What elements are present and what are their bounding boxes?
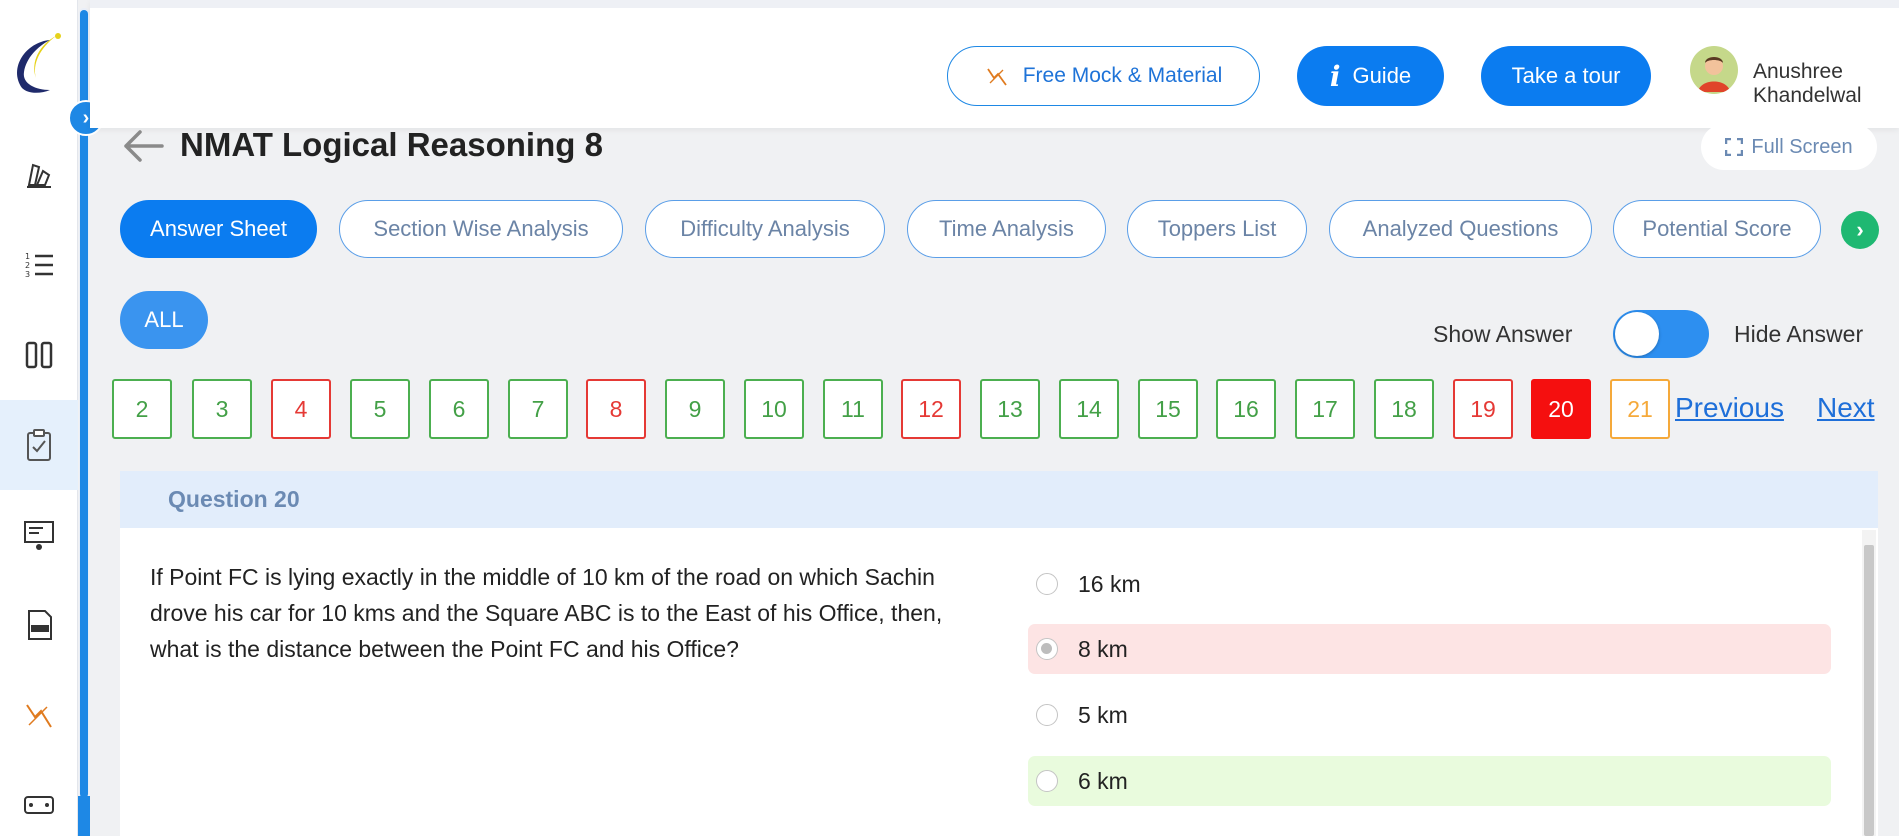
question-number-20[interactable]: 20 — [1531, 379, 1591, 439]
tab-potential-score[interactable]: Potential Score — [1613, 200, 1821, 258]
guide-button[interactable]: i Guide — [1297, 46, 1444, 106]
sidebar-bottom-bar — [78, 796, 90, 836]
svg-text:1: 1 — [25, 252, 30, 261]
clipboard-icon[interactable] — [0, 400, 78, 490]
top-header: Free Mock & Material i Guide Take a tour… — [90, 0, 1899, 128]
question-number-3[interactable]: 3 — [192, 379, 252, 439]
tab-difficulty-analysis[interactable]: Difficulty Analysis — [645, 200, 885, 258]
sidebar: 123 — [0, 0, 90, 836]
mock-icon — [986, 68, 1007, 86]
question-number-7[interactable]: 7 — [508, 379, 568, 439]
option-radio[interactable] — [1036, 704, 1058, 726]
tabs-scroll-right-button[interactable]: › — [1841, 211, 1879, 249]
tab-section-wise-analysis[interactable]: Section Wise Analysis — [339, 200, 623, 258]
option-text: 5 km — [1078, 701, 1128, 728]
question-label: Question 20 — [168, 486, 300, 512]
option-text: 6 km — [1078, 767, 1128, 794]
brand-logo[interactable] — [6, 28, 66, 98]
question-number-5[interactable]: 5 — [350, 379, 410, 439]
take-tour-label: Take a tour — [1511, 63, 1621, 88]
question-number-9[interactable]: 9 — [665, 379, 725, 439]
question-text: If Point FC is lying exactly in the midd… — [150, 564, 943, 662]
free-mock-material-label: Free Mock & Material — [1022, 64, 1223, 87]
free-mock-material-button[interactable]: Free Mock & Material — [947, 46, 1260, 106]
columns-icon[interactable] — [0, 310, 78, 400]
question-number-15[interactable]: 15 — [1138, 379, 1198, 439]
full-screen-button[interactable]: Full Screen — [1701, 124, 1877, 170]
tab-answer-sheet[interactable]: Answer Sheet — [120, 200, 317, 258]
svg-text:3: 3 — [25, 270, 30, 279]
avatar[interactable] — [1690, 46, 1738, 94]
option-2-wrong[interactable]: 8 km — [1028, 624, 1831, 674]
question-number-17[interactable]: 17 — [1295, 379, 1355, 439]
option-radio[interactable] — [1036, 573, 1058, 595]
question-scrollbar[interactable] — [1864, 545, 1874, 836]
page-title: NMAT Logical Reasoning 8 — [180, 126, 603, 163]
question-number-19[interactable]: 19 — [1453, 379, 1513, 439]
fullscreen-icon — [1725, 138, 1744, 156]
ticket-icon[interactable] — [0, 760, 78, 836]
tab-toppers-list[interactable]: Toppers List — [1127, 200, 1307, 258]
question-number-6[interactable]: 6 — [429, 379, 489, 439]
ebook-icon[interactable] — [0, 580, 78, 670]
hide-answer-label: Hide Answer — [1734, 321, 1864, 347]
option-text: 8 km — [1078, 635, 1128, 662]
question-number-16[interactable]: 16 — [1216, 379, 1276, 439]
guide-label: Guide — [1352, 63, 1412, 88]
option-1[interactable]: 16 km — [1028, 559, 1831, 609]
previous-link[interactable]: Previous — [1675, 392, 1784, 424]
option-radio[interactable] — [1036, 638, 1058, 660]
full-screen-label: Full Screen — [1751, 135, 1853, 158]
list-icon[interactable]: 123 — [0, 220, 78, 310]
info-icon: i — [1329, 59, 1341, 93]
mock-icon[interactable] — [0, 670, 78, 760]
question-number-2[interactable]: 2 — [112, 379, 172, 439]
presentation-icon[interactable] — [0, 490, 78, 580]
answer-visibility-toggle[interactable] — [1613, 310, 1709, 358]
take-tour-button[interactable]: Take a tour — [1481, 46, 1651, 106]
show-answer-label: Show Answer — [1433, 321, 1573, 347]
question-number-8[interactable]: 8 — [586, 379, 646, 439]
svg-text:2: 2 — [25, 261, 30, 270]
option-text: 16 km — [1078, 570, 1141, 597]
question-number-4[interactable]: 4 — [271, 379, 331, 439]
filter-all-button[interactable]: ALL — [120, 291, 208, 349]
question-number-13[interactable]: 13 — [980, 379, 1040, 439]
question-number-14[interactable]: 14 — [1059, 379, 1119, 439]
tab-analyzed-questions[interactable]: Analyzed Questions — [1329, 200, 1592, 258]
question-number-21[interactable]: 21 — [1610, 379, 1670, 439]
question-number-18[interactable]: 18 — [1374, 379, 1434, 439]
question-header — [120, 471, 1878, 528]
back-arrow-icon[interactable] — [122, 128, 164, 164]
question-number-10[interactable]: 10 — [744, 379, 804, 439]
practice-icon[interactable] — [0, 130, 78, 220]
option-radio[interactable] — [1036, 770, 1058, 792]
next-link[interactable]: Next — [1817, 392, 1875, 424]
tab-time-analysis[interactable]: Time Analysis — [907, 200, 1106, 258]
toggle-knob — [1615, 312, 1659, 356]
option-4-correct[interactable]: 6 km — [1028, 756, 1831, 806]
option-3[interactable]: 5 km — [1028, 690, 1831, 740]
question-number-11[interactable]: 11 — [823, 379, 883, 439]
user-name[interactable]: Anushree Khandelwal — [1753, 60, 1899, 108]
question-number-12[interactable]: 12 — [901, 379, 961, 439]
